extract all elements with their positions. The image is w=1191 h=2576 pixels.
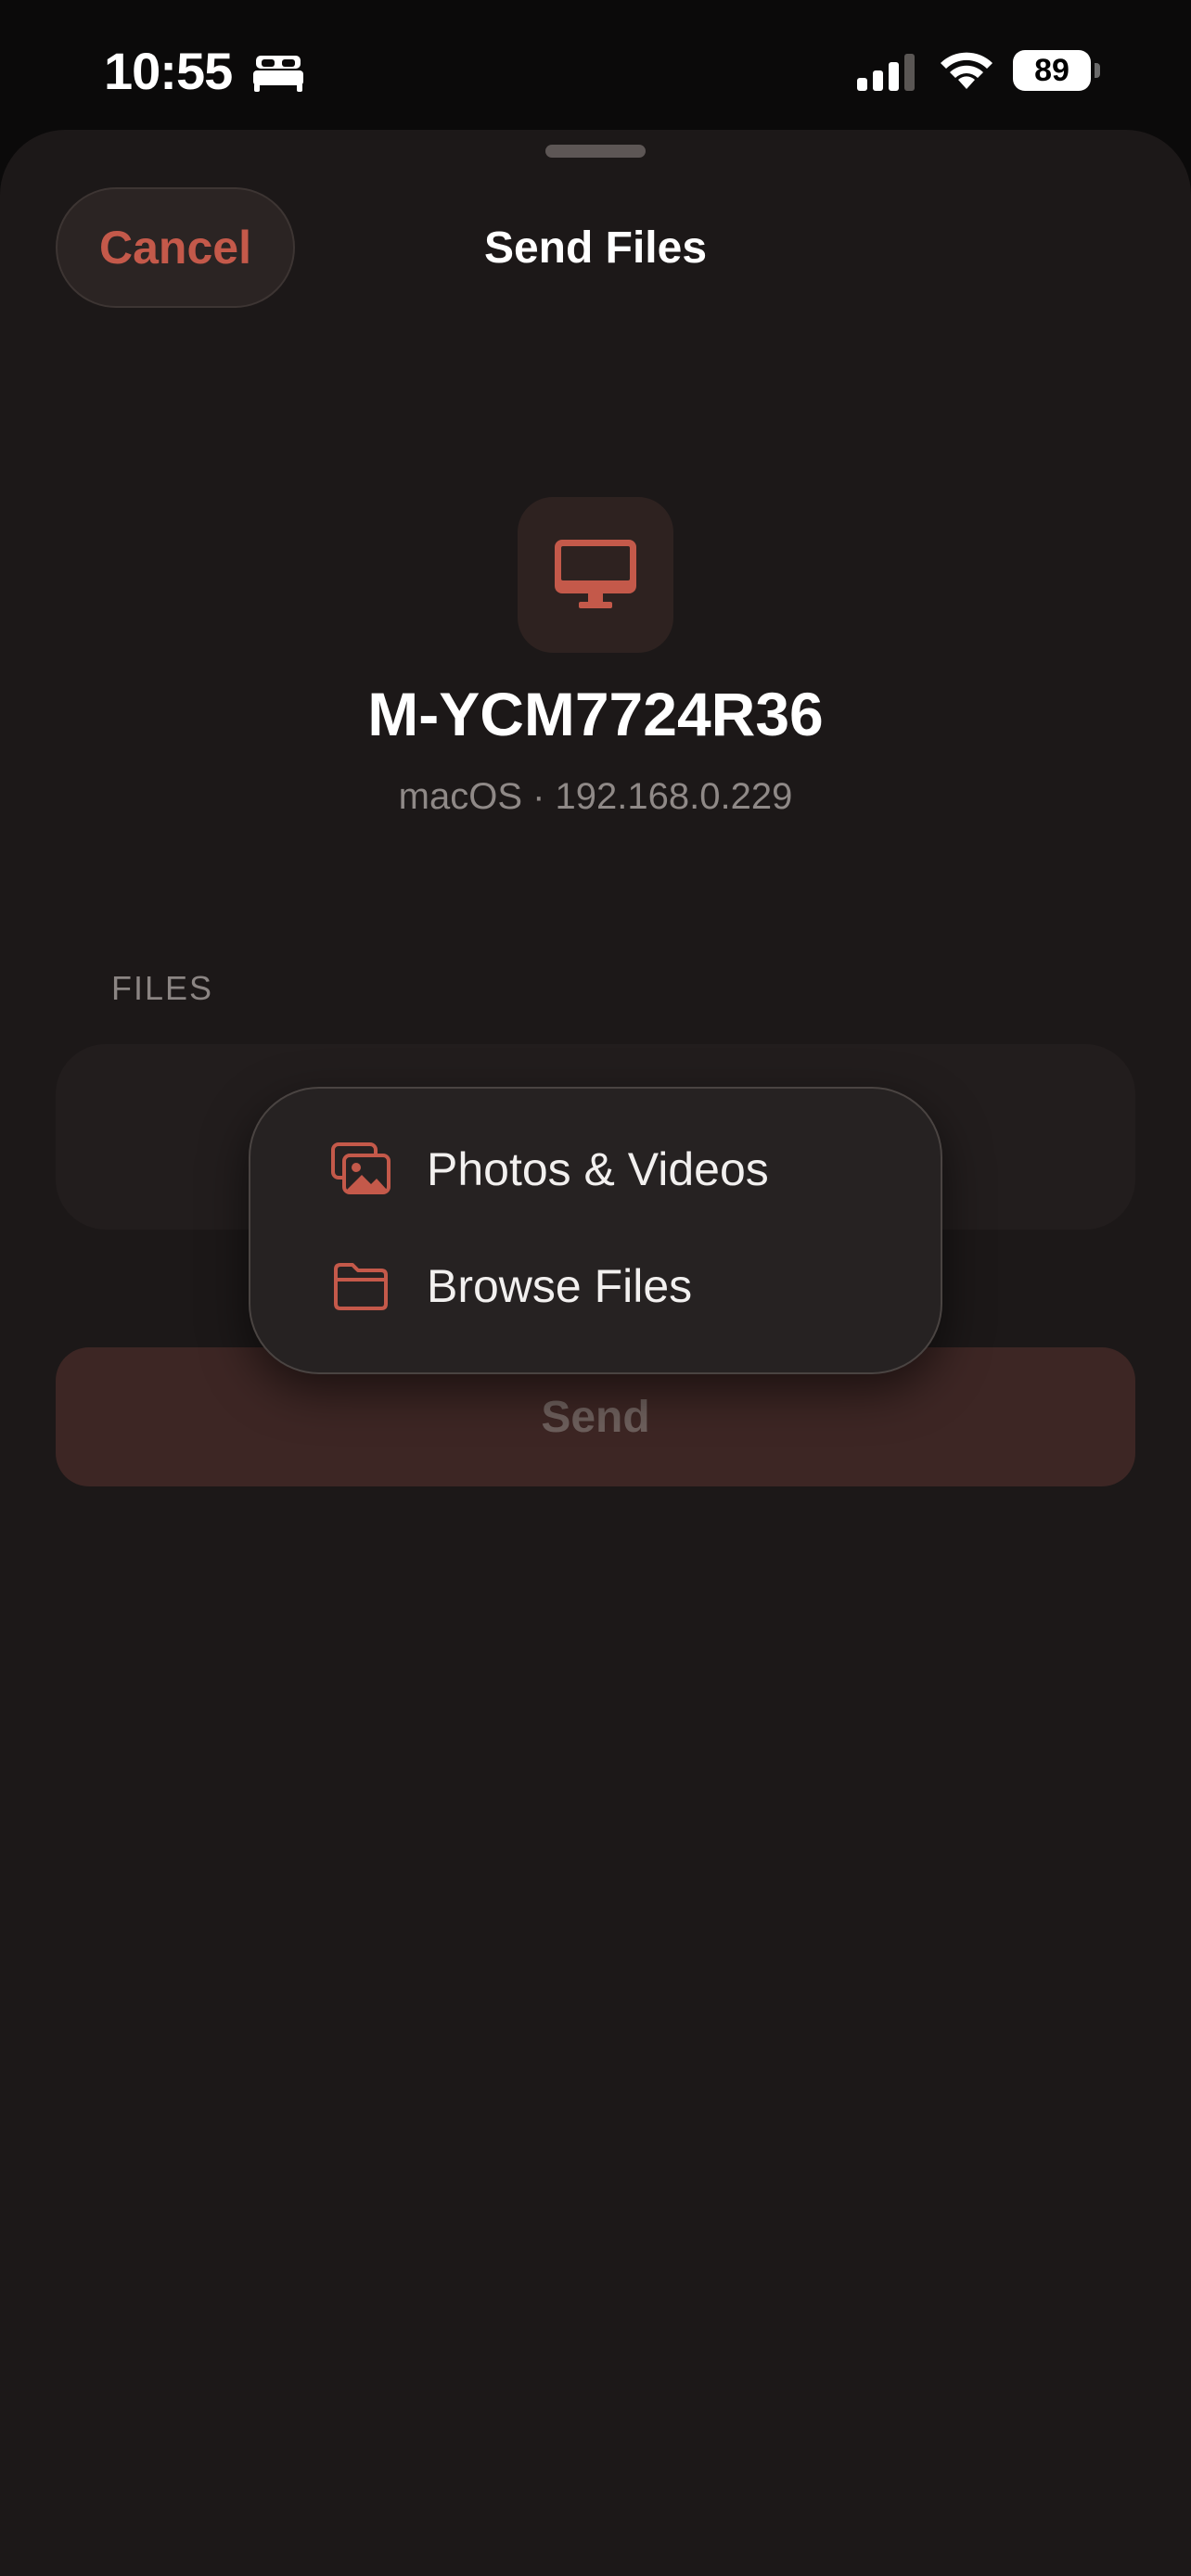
sheet-grabber[interactable]: [545, 145, 646, 158]
battery-icon: 89: [1013, 50, 1091, 91]
send-files-sheet: Cancel Send Files M-YCM7724R36 macOS · 1…: [0, 130, 1191, 2576]
status-bar: 10:55 89: [0, 0, 1191, 130]
sleep-bed-icon: [253, 56, 303, 92]
menu-item-label: Photos & Videos: [427, 1143, 769, 1195]
folder-icon: [334, 1263, 388, 1310]
cancel-button[interactable]: Cancel: [56, 187, 295, 308]
battery-tip: [1095, 63, 1100, 78]
status-time: 10:55: [104, 42, 233, 100]
menu-item-photos-videos[interactable]: Photos & Videos: [250, 1111, 941, 1228]
cellular-signal-icon: [857, 54, 915, 91]
files-section-label: FILES: [111, 969, 214, 1007]
screen: 10:55 89 Cancel Send Files M-YCM7724R36 …: [0, 0, 1191, 2576]
device-icon-tile: [518, 497, 673, 653]
device-name: M-YCM7724R36: [367, 680, 824, 748]
sheet-title: Send Files: [483, 223, 708, 273]
menu-item-label: Browse Files: [427, 1260, 693, 1312]
add-files-menu: Photos & Videos Browse Files: [249, 1087, 942, 1374]
wifi-icon: [941, 52, 992, 89]
photo-library-icon: [331, 1142, 391, 1194]
menu-item-browse-files[interactable]: Browse Files: [250, 1228, 941, 1345]
desktop-monitor-icon: [555, 540, 636, 608]
device-subtitle: macOS · 192.168.0.229: [398, 776, 793, 817]
